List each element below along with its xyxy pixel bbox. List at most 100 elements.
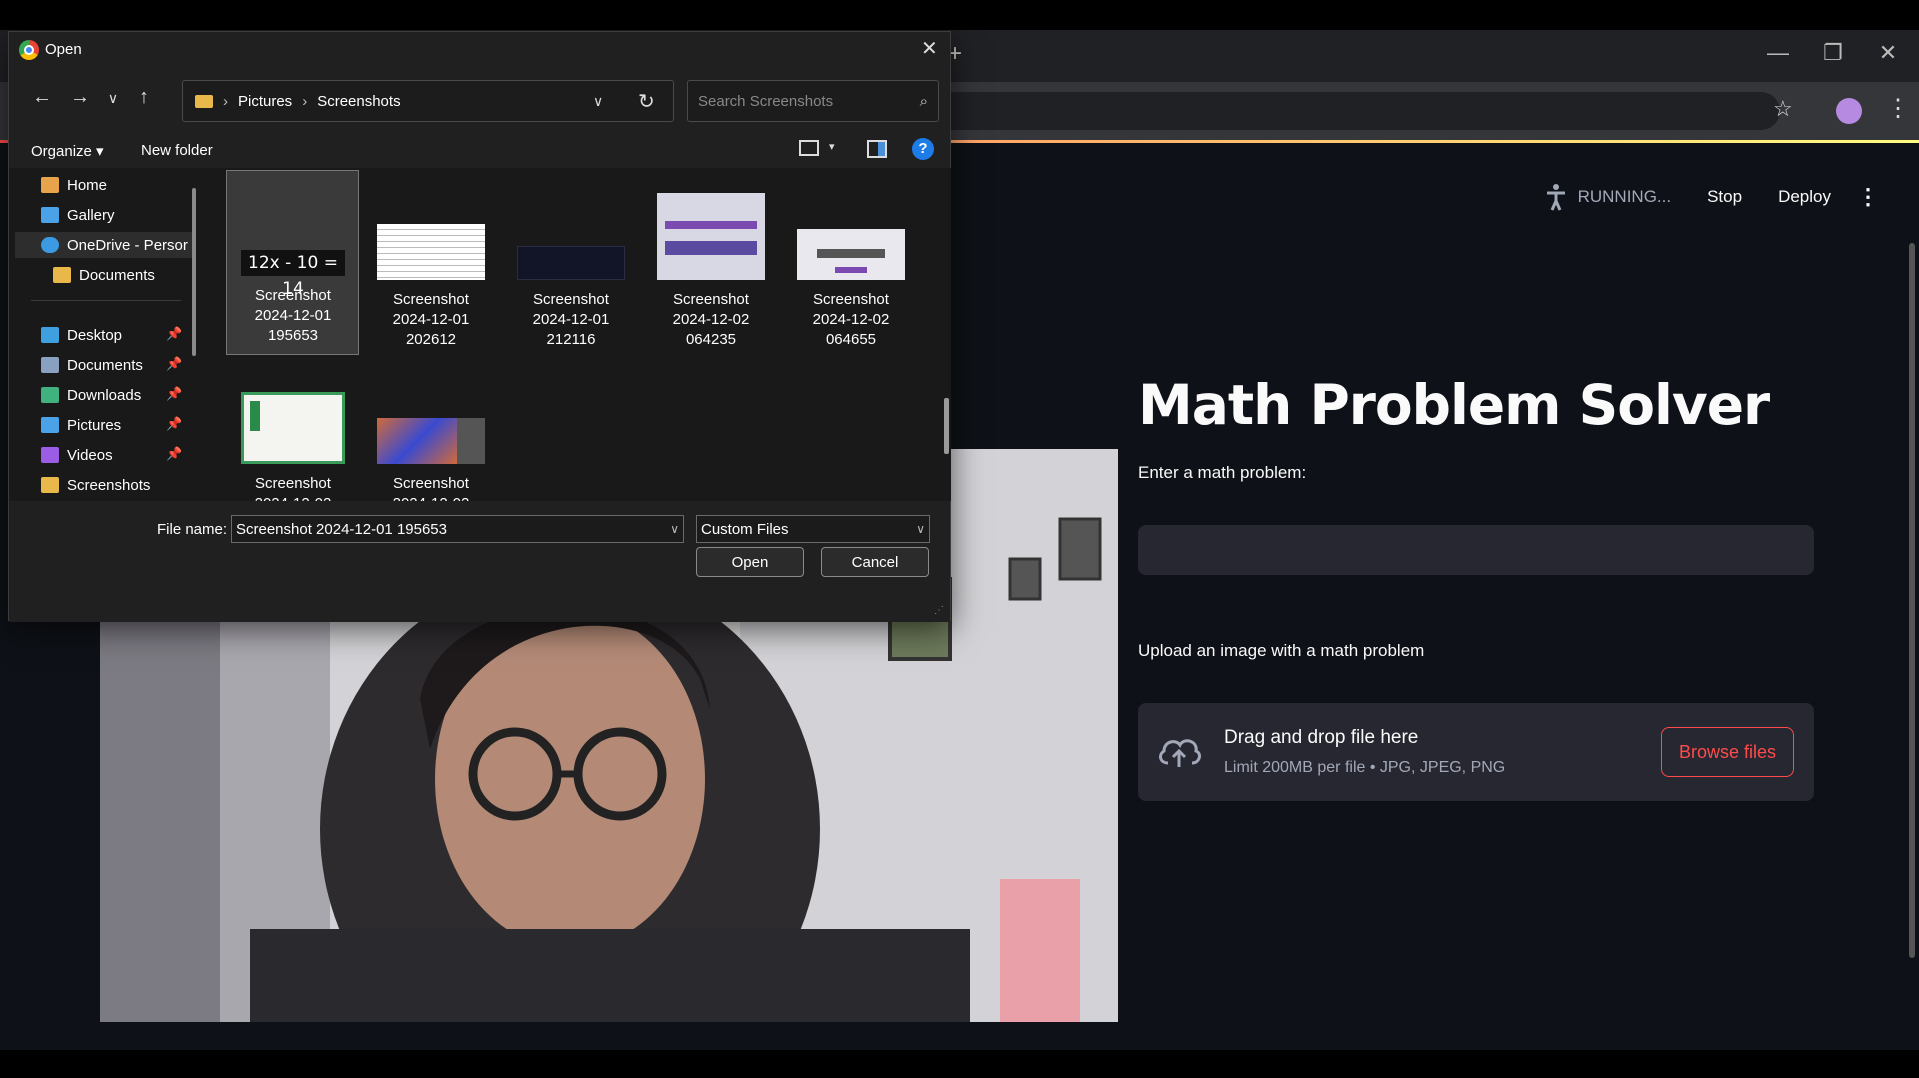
running-label: RUNNING... (1577, 187, 1672, 206)
nav-downloads[interactable]: Downloads (41, 382, 141, 408)
view-dropdown-icon[interactable]: ▾ (829, 140, 835, 153)
minimize-button[interactable]: — (1758, 40, 1798, 66)
gallery-icon (41, 207, 59, 223)
nav-gallery[interactable]: Gallery (41, 202, 115, 228)
bookmark-star-icon[interactable]: ☆ (1773, 96, 1793, 122)
file-thumbnail: 12x - 10 = 14 (241, 250, 345, 299)
browser-menu-icon[interactable]: ⋮ (1886, 94, 1910, 123)
command-bar: Organize ▾ New folder ▾ ? (9, 132, 950, 168)
search-input[interactable]: Search Screenshots ⌕ (687, 80, 939, 122)
dialog-title: Open (45, 41, 82, 58)
nav-videos[interactable]: Videos (41, 442, 113, 468)
page-title: Math Problem Solver (1138, 373, 1770, 437)
document-icon (41, 357, 59, 373)
deploy-button[interactable]: Deploy (1778, 187, 1831, 207)
file-thumbnail (657, 193, 765, 280)
folder-icon (41, 477, 59, 493)
cloud-upload-icon (1159, 739, 1201, 767)
desktop-icon (41, 327, 59, 343)
search-placeholder: Search Screenshots (698, 92, 834, 110)
upload-label: Upload an image with a math problem (1138, 641, 1425, 660)
up-arrow-icon[interactable]: ↑ (129, 86, 159, 109)
drop-title: Drag and drop file here (1224, 727, 1419, 748)
nav-documents[interactable]: Documents (41, 352, 143, 378)
pin-icon: 📌 (166, 416, 183, 431)
nav-desktop[interactable]: Desktop (41, 322, 122, 348)
breadcrumb-separator: › (223, 92, 228, 110)
search-icon: ⌕ (919, 92, 928, 110)
math-problem-input[interactable] (1138, 525, 1814, 575)
app-menu-icon[interactable]: ⋮ (1857, 184, 1879, 210)
chevron-down-icon: ∨ (916, 522, 925, 536)
folder-icon (195, 94, 213, 108)
file-tile[interactable]: Screenshot 2024-12-02 064235 (646, 193, 776, 350)
pin-icon: 📌 (166, 326, 183, 341)
breadcrumb-pictures[interactable]: Pictures (238, 93, 292, 110)
pictures-icon (41, 417, 59, 433)
filetype-select[interactable]: Custom Files ∨ (696, 515, 930, 543)
file-thumbnail (517, 246, 625, 280)
videos-icon (41, 447, 59, 463)
profile-avatar[interactable] (1836, 98, 1862, 124)
breadcrumb-screenshots[interactable]: Screenshots (317, 93, 400, 110)
cloud-icon (41, 237, 59, 253)
dialog-titlebar: Open ✕ (9, 32, 950, 68)
open-button[interactable]: Open (696, 547, 804, 577)
nav-onedrive-documents[interactable]: Documents (53, 262, 155, 288)
nav-scrollbar[interactable] (192, 188, 196, 356)
new-folder-button[interactable]: New folder (141, 142, 213, 159)
path-bar[interactable]: › Pictures › Screenshots ∨ ↻ (182, 80, 674, 122)
nav-pictures[interactable]: Pictures (41, 412, 121, 438)
path-dropdown-icon[interactable]: ∨ (593, 93, 603, 110)
running-person-icon (1546, 184, 1565, 211)
resize-grip-icon[interactable]: ⋰ (934, 605, 944, 616)
filename-label: File name: (157, 521, 228, 538)
recent-dropdown-icon[interactable]: ∨ (98, 90, 128, 107)
file-tile[interactable]: Screenshot 2024-12-02 (366, 418, 496, 501)
nav-screenshots[interactable]: Screenshots (41, 472, 150, 498)
file-list: 12x - 10 = 14 Screenshot 2024-12-01 1956… (206, 168, 951, 501)
dialog-close-icon[interactable]: ✕ (921, 36, 938, 61)
cancel-button[interactable]: Cancel (821, 547, 929, 577)
home-icon (41, 177, 59, 193)
input-label: Enter a math problem: (1138, 463, 1307, 482)
file-tile[interactable]: Screenshot 2024-12-02 064655 (786, 229, 916, 350)
restore-button[interactable]: ❐ (1813, 40, 1853, 66)
pin-icon: 📌 (166, 446, 183, 461)
app-header: RUNNING... Stop Deploy ⋮ (1544, 183, 1879, 211)
download-icon (41, 387, 59, 403)
nav-onedrive[interactable]: OneDrive - Persor (41, 232, 188, 258)
refresh-icon[interactable]: ↻ (638, 89, 655, 114)
help-icon[interactable]: ? (912, 138, 934, 160)
file-tile[interactable]: Screenshot 2024-12-01 212116 (506, 246, 636, 350)
pin-icon: 📌 (166, 386, 183, 401)
dialog-navigation: ← → ∨ ↑ › Pictures › Screenshots ∨ ↻ Sea… (9, 68, 950, 132)
close-window-button[interactable]: ✕ (1868, 40, 1908, 66)
app-scrollbar[interactable] (1909, 243, 1915, 958)
pin-icon: 📌 (166, 356, 183, 371)
file-thumbnail (241, 392, 345, 464)
stop-button[interactable]: Stop (1707, 187, 1742, 207)
file-list-scrollbar[interactable] (944, 398, 949, 454)
preview-pane-icon[interactable] (867, 140, 887, 158)
chevron-down-icon: ∨ (670, 522, 679, 536)
browse-files-button[interactable]: Browse files (1661, 727, 1794, 777)
navigation-pane: Home Gallery OneDrive - Persor Documents… (9, 168, 196, 501)
back-arrow-icon[interactable]: ← (27, 86, 57, 109)
file-tile[interactable]: Screenshot 2024-12-01 202612 (366, 224, 496, 350)
breadcrumb-separator: › (302, 92, 308, 110)
file-uploader[interactable]: Drag and drop file here Limit 200MB per … (1138, 703, 1814, 801)
file-tile[interactable]: 12x - 10 = 14 Screenshot 2024-12-01 1956… (228, 250, 358, 346)
running-status: RUNNING... (1544, 183, 1672, 211)
chrome-logo-icon (19, 40, 39, 60)
filename-input[interactable]: Screenshot 2024-12-01 195653 ∨ (231, 515, 684, 543)
organize-button[interactable]: Organize ▾ (31, 142, 104, 160)
view-options-icon[interactable] (799, 140, 819, 156)
file-thumbnail (377, 418, 485, 464)
drop-hint: Limit 200MB per file • JPG, JPEG, PNG (1224, 759, 1506, 776)
dialog-footer: File name: Screenshot 2024-12-01 195653 … (9, 501, 950, 622)
file-tile[interactable]: Screenshot 2024-12-02 (228, 392, 358, 501)
forward-arrow-icon[interactable]: → (65, 86, 95, 109)
nav-home[interactable]: Home (41, 172, 107, 198)
file-thumbnail (797, 229, 905, 280)
